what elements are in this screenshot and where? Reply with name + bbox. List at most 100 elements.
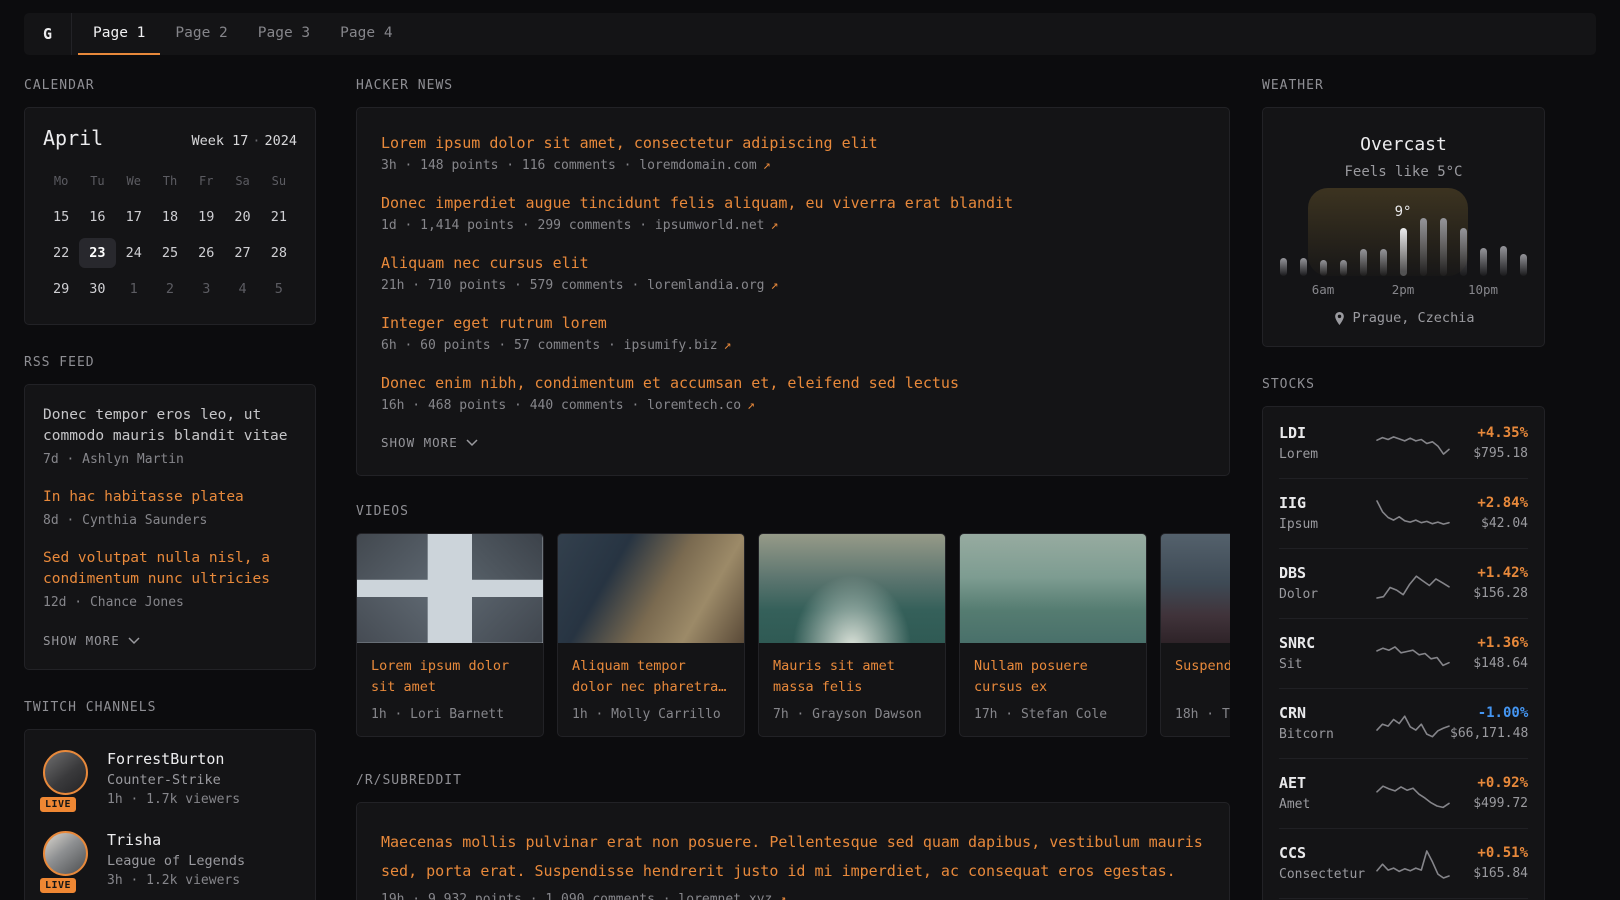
weather-bar (1300, 258, 1307, 276)
video-card[interactable]: Lorem ipsum dolor sit amet consectetu… 1… (356, 533, 544, 737)
calendar-day: 27 (224, 238, 260, 268)
avatar (43, 750, 88, 795)
rss-item-meta: 12d · Chance Jones (43, 595, 297, 610)
twitch-channel-name: Trisha (107, 831, 245, 849)
rss-card: Donec tempor eros leo, ut commodo mauris… (24, 384, 316, 670)
stock-sparkline (1376, 563, 1450, 603)
video-card[interactable]: Suspendisse diam 18h · Tara (1160, 533, 1230, 737)
stock-sparkline (1376, 493, 1450, 533)
hackernews-item-title[interactable]: Aliquam nec cursus elit (381, 252, 1205, 274)
stock-ticker: LDI (1279, 424, 1376, 442)
hackernews-show-more-button[interactable]: SHOW MORE (381, 435, 478, 450)
video-card-body: Aliquam tempor dolor nec pharetra… 1h · … (557, 643, 745, 737)
stock-name: Amet (1279, 797, 1376, 812)
stock-price: $795.18 (1450, 446, 1528, 461)
external-link-icon[interactable]: ↗ (772, 892, 786, 900)
calendar-day: 3 (188, 274, 224, 304)
stock-ticker: CRN (1279, 704, 1376, 722)
twitch-widget-title: TWITCH CHANNELS (24, 700, 316, 715)
videos-widget-title: VIDEOS (356, 504, 1230, 519)
external-link-icon[interactable]: ↗ (757, 158, 771, 173)
hackernews-item-title[interactable]: Donec enim nibh, condimentum et accumsan… (381, 372, 1205, 394)
weather-hour-label: 2pm (1392, 282, 1415, 297)
weather-bar (1480, 248, 1487, 276)
calendar-day: 20 (224, 202, 260, 232)
hackernews-item: Donec enim nibh, condimentum et accumsan… (381, 372, 1205, 413)
video-meta: 18h · Tara (1175, 707, 1230, 722)
calendar-year: 2024 (264, 133, 297, 149)
calendar-day: 24 (116, 238, 152, 268)
calendar-weekday-row: MoTuWeThFrSaSu (43, 170, 297, 192)
stock-change: +1.36% (1450, 635, 1528, 651)
twitch-channel-row[interactable]: LIVE ForrestBurton Counter-Strike 1h · 1… (43, 750, 297, 807)
stock-price: $148.64 (1450, 656, 1528, 671)
stock-ticker: AET (1279, 774, 1376, 792)
rss-widget: RSS FEED Donec tempor eros leo, ut commo… (24, 355, 316, 670)
stock-row[interactable]: AET Amet +0.92% $499.72 (1279, 758, 1528, 828)
stock-row[interactable]: LDI Lorem +4.35% $795.18 (1279, 409, 1528, 478)
external-link-icon[interactable]: ↗ (765, 278, 779, 293)
stock-row[interactable]: IIG Ipsum +2.84% $42.04 (1279, 478, 1528, 548)
video-title[interactable]: Lorem ipsum dolor sit amet consectetu… (371, 656, 529, 698)
rss-item-title[interactable]: Sed volutpat nulla nisl, a condimentum n… (43, 548, 297, 590)
page-tab[interactable]: Page 3 (243, 13, 325, 55)
calendar-week: Week 17 (191, 133, 248, 149)
hackernews-item-meta-text: 6h · 60 points · 57 comments · ipsumify.… (381, 338, 718, 353)
calendar-weekday: Fr (188, 170, 224, 192)
rss-item-title[interactable]: In hac habitasse platea (43, 487, 297, 508)
page-tab[interactable]: Page 2 (160, 13, 242, 55)
hackernews-show-more-label: SHOW MORE (381, 435, 458, 450)
video-card[interactable]: Mauris sit amet massa felis 7h · Grayson… (758, 533, 946, 737)
twitch-channel-game: League of Legends (107, 853, 245, 869)
weather-bar (1420, 218, 1427, 276)
external-link-icon[interactable]: ↗ (718, 338, 732, 353)
video-title[interactable]: Aliquam tempor dolor nec pharetra… (572, 656, 730, 698)
twitch-avatar-wrap: LIVE (43, 750, 89, 807)
hackernews-item: Lorem ipsum dolor sit amet, consectetur … (381, 132, 1205, 173)
page-tab[interactable]: Page 1 (78, 13, 160, 55)
video-title[interactable]: Mauris sit amet massa felis (773, 656, 931, 698)
stock-sparkline (1376, 773, 1450, 813)
stock-values: +0.92% $499.72 (1450, 775, 1528, 811)
subreddit-post-title[interactable]: Maecenas mollis pulvinar erat non posuer… (381, 828, 1205, 886)
page-tab[interactable]: Page 4 (325, 13, 407, 55)
external-link-icon[interactable]: ↗ (741, 398, 755, 413)
chevron-down-icon (128, 637, 140, 645)
calendar-day: 5 (261, 274, 297, 304)
twitch-channel-row[interactable]: LIVE Trisha League of Legends 3h · 1.2k … (43, 831, 297, 888)
stock-row[interactable]: DBS Dolor +1.42% $156.28 (1279, 548, 1528, 618)
calendar-widget-title: CALENDAR (24, 78, 316, 93)
calendar-day-grid: 1516171819202122232425262728293012345 (43, 202, 297, 304)
video-thumbnail (557, 533, 745, 643)
stock-values: +0.51% $165.84 (1450, 845, 1528, 881)
stock-row[interactable]: CCS Consectetur +0.51% $165.84 (1279, 828, 1528, 898)
weather-bar (1460, 228, 1467, 276)
stock-row[interactable]: CRN Bitcorn -1.00% $66,171.48 (1279, 688, 1528, 758)
hackernews-item-title[interactable]: Integer eget rutrum lorem (381, 312, 1205, 334)
stock-row[interactable]: SNRC Sit +1.36% $148.64 (1279, 618, 1528, 688)
live-badge: LIVE (38, 795, 78, 814)
app-logo[interactable]: G (24, 13, 72, 55)
calendar-day: 23 (79, 238, 115, 268)
stock-values: +4.35% $795.18 (1450, 425, 1528, 461)
hackernews-item-title[interactable]: Lorem ipsum dolor sit amet, consectetur … (381, 132, 1205, 154)
video-title[interactable]: Nullam posuere cursus ex (974, 656, 1132, 698)
stock-identity: DBS Dolor (1279, 564, 1376, 602)
video-card[interactable]: Nullam posuere cursus ex 17h · Stefan Co… (959, 533, 1147, 737)
weather-bar (1360, 249, 1367, 276)
calendar-weekday: Sa (224, 170, 260, 192)
rss-show-more-button[interactable]: SHOW MORE (43, 633, 140, 648)
calendar-day: 4 (224, 274, 260, 304)
hackernews-widget: HACKER NEWS Lorem ipsum dolor sit amet, … (356, 78, 1230, 476)
weather-bar-current (1400, 228, 1407, 276)
hackernews-item: Integer eget rutrum lorem 6h · 60 points… (381, 312, 1205, 353)
video-title[interactable]: Suspendisse diam (1175, 656, 1230, 698)
hackernews-item-meta: 3h · 148 points · 116 comments · loremdo… (381, 158, 1205, 173)
calendar-day: 26 (188, 238, 224, 268)
stock-identity: AET Amet (1279, 774, 1376, 812)
hackernews-item-title[interactable]: Donec imperdiet augue tincidunt felis al… (381, 192, 1205, 214)
rss-item-title[interactable]: Donec tempor eros leo, ut commodo mauris… (43, 405, 297, 447)
hackernews-item-meta: 16h · 468 points · 440 comments · loremt… (381, 398, 1205, 413)
video-card[interactable]: Aliquam tempor dolor nec pharetra… 1h · … (557, 533, 745, 737)
external-link-icon[interactable]: ↗ (765, 218, 779, 233)
